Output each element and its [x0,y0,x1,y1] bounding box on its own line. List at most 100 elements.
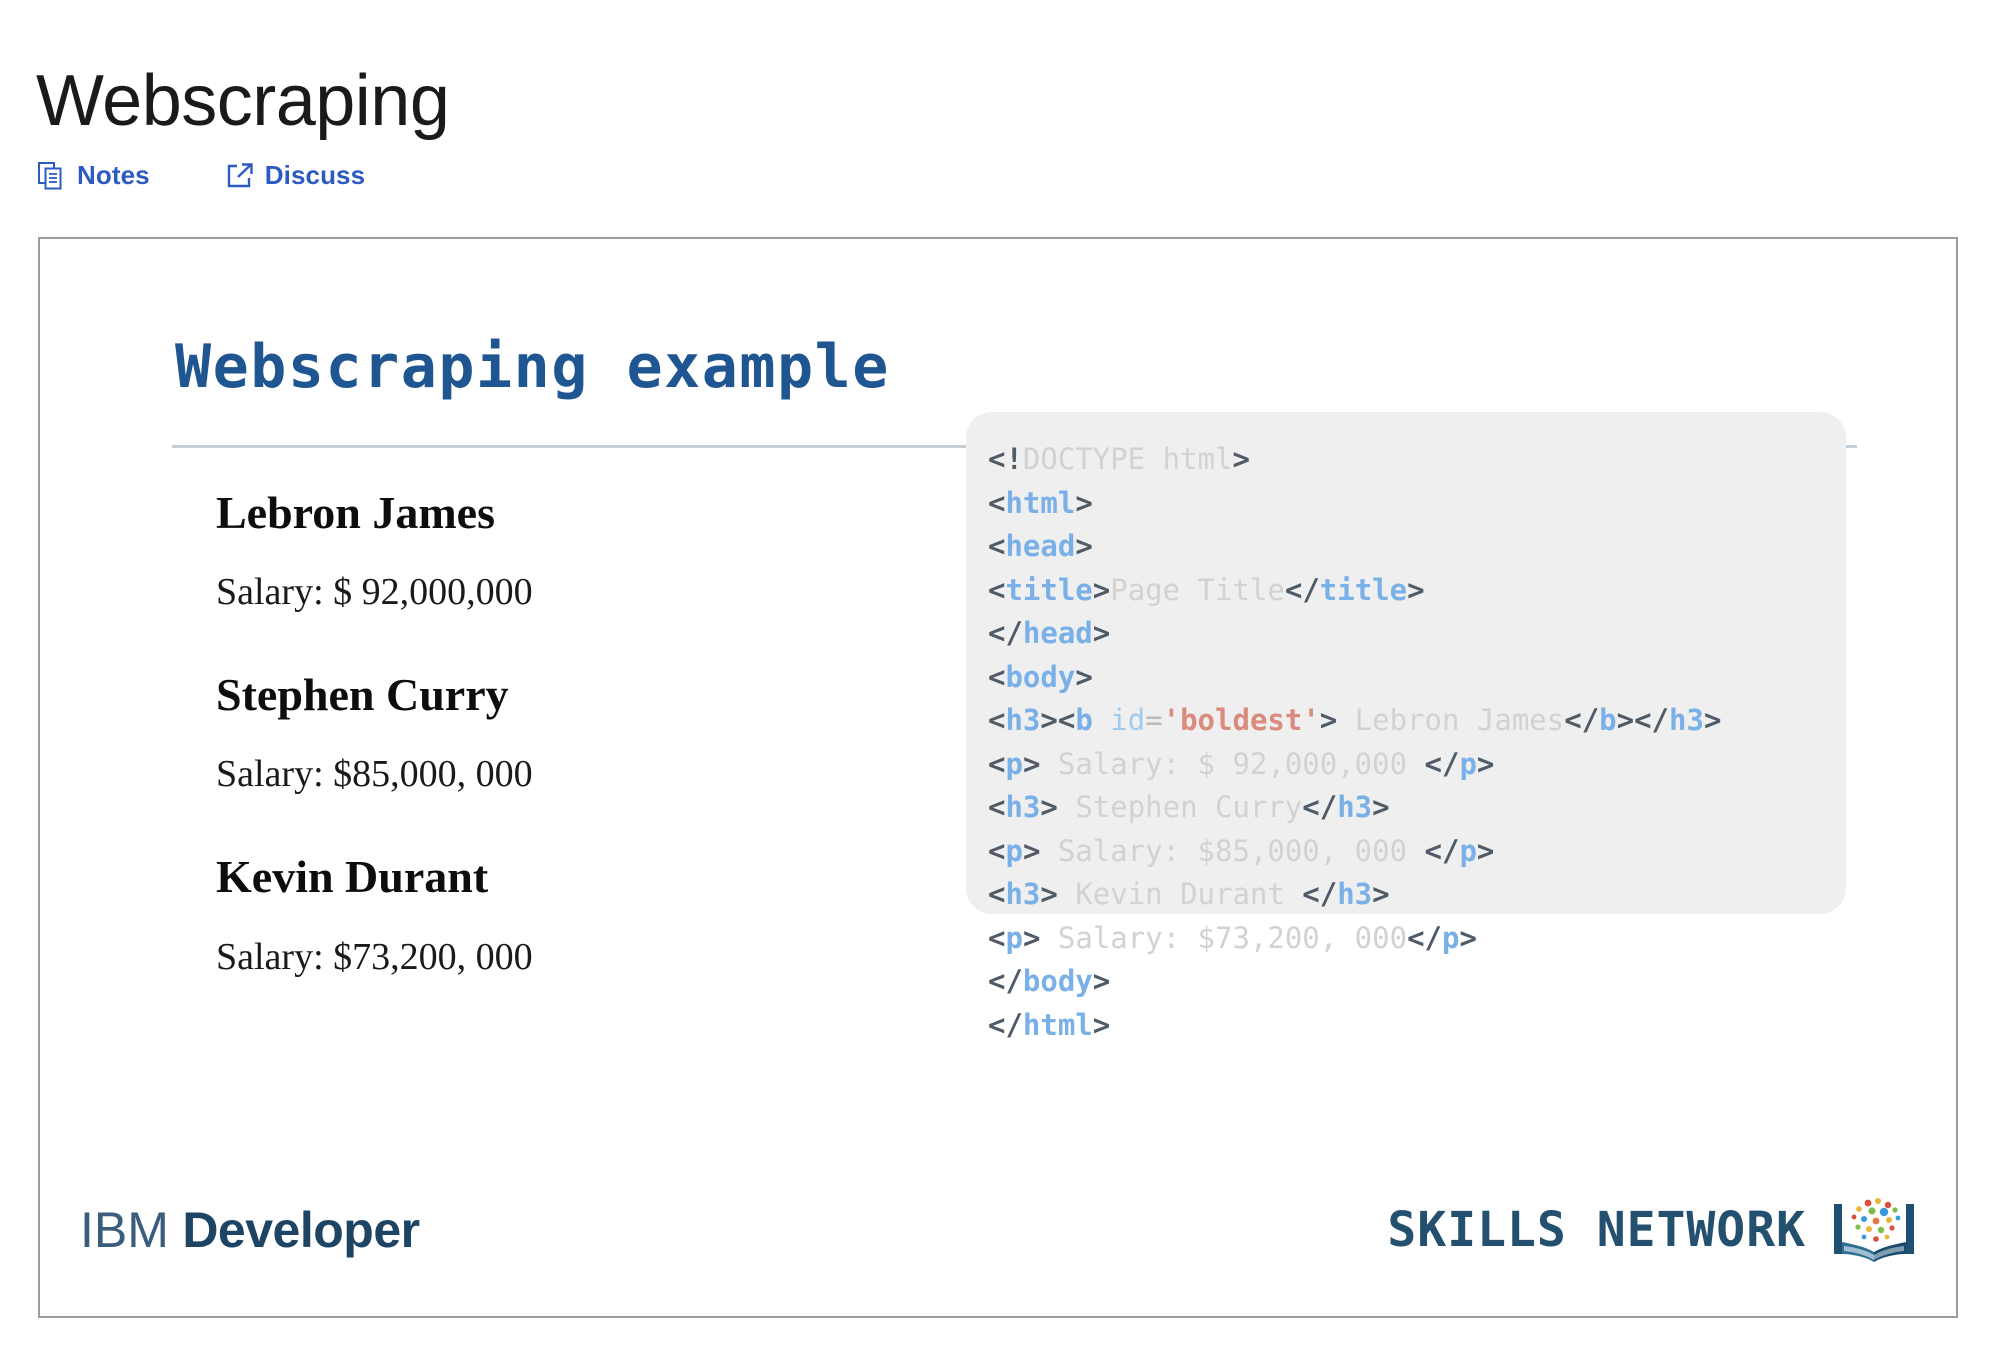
code-token-br: < [988,486,1005,520]
page-title: Webscraping [36,58,449,144]
code-token-br: < [988,877,1005,911]
code-token-br: > [1372,877,1389,911]
code-line: <h3> Stephen Curry</h3> [988,786,1846,830]
code-token-br: > [1023,921,1040,955]
code-token-tag: title [1005,573,1092,607]
code-token-br: ></ [1617,703,1669,737]
discuss-label: Discuss [265,160,365,191]
code-token-br: > [1372,790,1389,824]
code-token-tag: h3 [1005,703,1040,737]
code-token-br: > [1023,747,1040,781]
player-list: Lebron JamesSalary: $ 92,000,000 Stephen … [216,489,836,978]
code-token-attr: id [1110,703,1145,737]
code-token-tag: b [1599,703,1616,737]
code-token-tag: p [1005,921,1022,955]
skills-network-logo: SKILLS NETWORK [1387,1194,1920,1266]
code-line: <p> Salary: $85,000, 000 </p> [988,830,1846,874]
code-line: <body> [988,656,1846,700]
player-salary: Salary: $85,000, 000 [216,755,836,795]
code-token-tag: b [1075,703,1092,737]
code-token-br: > [1075,529,1092,563]
slide-container: Webscraping example Lebron JamesSalary: … [38,237,1958,1318]
code-token-br: > [1093,964,1110,998]
code-line: <!DOCTYPE html> [988,438,1846,482]
code-token-tag: p [1459,834,1476,868]
code-token-tag: p [1005,834,1022,868]
code-token-br: > [1075,486,1092,520]
code-token-txt: Stephen Curry [1058,790,1302,824]
code-token-br: > [1477,834,1494,868]
code-token-tag: p [1005,747,1022,781]
code-token-txt: Lebron James [1337,703,1564,737]
code-token-txt: Salary: $73,200, 000 [1040,921,1407,955]
code-token-br: </ [988,964,1023,998]
code-token-txt [1093,703,1110,737]
code-token-br: < [988,573,1005,607]
slide-title: Webscraping example [175,332,890,402]
ibm-wordmark: IBM [80,1202,169,1258]
code-line: </head> [988,612,1846,656]
code-token-br: >< [1040,703,1075,737]
code-token-br: < [988,834,1005,868]
copy-documents-icon [38,162,64,190]
player-name: Lebron James [216,489,836,537]
code-line: <h3> Kevin Durant </h3> [988,873,1846,917]
code-token-br: > [1093,573,1110,607]
code-token-txt: Kevin Durant [1058,877,1302,911]
code-line: <head> [988,525,1846,569]
code-token-br: > [1232,442,1249,476]
code-token-br: </ [988,616,1023,650]
player-name: Stephen Curry [216,671,836,719]
code-token-br: > [1320,703,1337,737]
notes-label: Notes [77,160,150,191]
code-token-txt: Salary: $85,000, 000 [1040,834,1424,868]
code-token-br: > [1459,921,1476,955]
code-token-br: </ [1564,703,1599,737]
action-bar: Notes Discuss [38,160,365,191]
developer-wordmark: Developer [182,1202,419,1258]
code-token-br: < [988,703,1005,737]
code-line: <html> [988,482,1846,526]
open-book-icon [1828,1194,1920,1266]
code-token-tag: h3 [1005,790,1040,824]
slide-image: Webscraping example Lebron JamesSalary: … [40,239,1956,1316]
code-token-br: </ [1302,790,1337,824]
code-token-tag: html [1005,486,1075,520]
player-salary: Salary: $73,200, 000 [216,938,836,978]
code-token-txt: DOCTYPE html [1023,442,1233,476]
player-block: Kevin DurantSalary: $73,200, 000 [216,853,836,977]
code-token-br: < [988,660,1005,694]
code-token-br: > [1407,573,1424,607]
skills-network-wordmark: SKILLS NETWORK [1387,1202,1806,1258]
code-token-br: </ [988,1008,1023,1042]
code-line: <p> Salary: $73,200, 000</p> [988,917,1846,961]
code-token-br: </ [1425,747,1460,781]
code-line: </html> [988,1004,1846,1048]
notes-link[interactable]: Notes [38,160,150,191]
code-token-tag: h3 [1337,790,1372,824]
code-token-tag: head [1005,529,1075,563]
code-line: <p> Salary: $ 92,000,000 </p> [988,743,1846,787]
code-line: <title>Page Title</title> [988,569,1846,613]
code-token-br: > [1704,703,1721,737]
code-token-br: </ [1425,834,1460,868]
code-token-tag: p [1459,747,1476,781]
code-token-br: > [1477,747,1494,781]
code-token-tag: p [1442,921,1459,955]
code-token-br: <! [988,442,1023,476]
code-token-br: > [1093,1008,1110,1042]
code-token-br: > [1093,616,1110,650]
code-token-tag: html [1023,1008,1093,1042]
code-token-br: > [1023,834,1040,868]
code-token-br: > [1040,877,1057,911]
discuss-link[interactable]: Discuss [226,160,365,191]
player-block: Lebron JamesSalary: $ 92,000,000 [216,489,836,613]
code-token-br: < [988,747,1005,781]
code-token-br: </ [1302,877,1337,911]
code-token-br: > [1075,660,1092,694]
code-token-br: < [988,529,1005,563]
ibm-developer-logo: IBM Developer [80,1201,420,1259]
code-token-br: </ [1285,573,1320,607]
external-link-icon [226,162,252,190]
code-token-tag: body [1023,964,1093,998]
